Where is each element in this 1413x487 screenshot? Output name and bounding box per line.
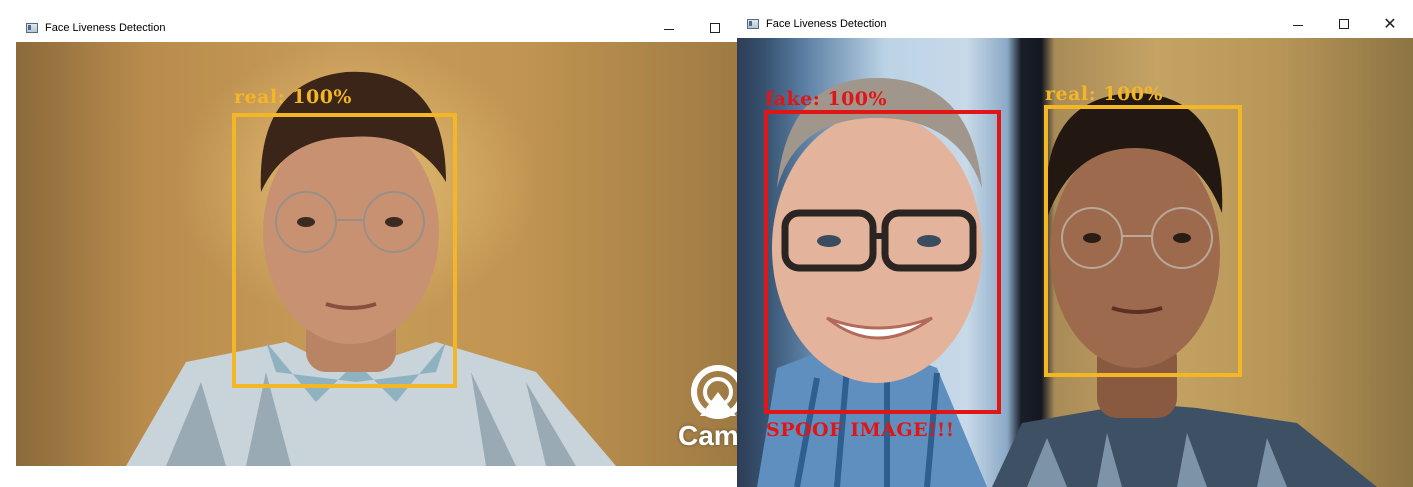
window-title: Face Liveness Detection — [45, 22, 166, 34]
right-detection-window: Face Liveness Detection ✕ fake: 100% SPO… — [737, 10, 1413, 487]
camera-view: fake: 100% SPOOF IMAGE!!! real: 100% — [737, 38, 1413, 487]
detection-label: fake: 100% — [765, 88, 888, 110]
detection-label: real: 100% — [234, 86, 352, 108]
app-icon — [26, 23, 38, 33]
spoof-warning: SPOOF IMAGE!!! — [766, 419, 955, 441]
title-bar[interactable]: Face Liveness Detection ✕ — [737, 10, 1413, 38]
close-icon: ✕ — [1383, 16, 1397, 33]
face-bounding-box — [1044, 105, 1242, 377]
minimize-button[interactable] — [646, 14, 692, 42]
face-bounding-box-spoof — [764, 110, 1001, 414]
maximize-icon — [710, 23, 720, 33]
minimize-icon — [1293, 24, 1303, 26]
camera-view: real: 100% Cam — [16, 42, 738, 466]
maximize-icon — [1339, 19, 1349, 29]
detection-label: real: 100% — [1045, 83, 1163, 105]
title-bar[interactable]: Face Liveness Detection — [16, 14, 738, 42]
face-bounding-box — [232, 113, 457, 388]
watermark-text: Cam — [678, 420, 738, 451]
maximize-button[interactable] — [692, 14, 738, 42]
left-detection-window: Face Liveness Detection real: 100% Cam — [16, 14, 738, 466]
minimize-icon — [664, 28, 674, 30]
window-title: Face Liveness Detection — [766, 18, 887, 30]
close-button[interactable]: ✕ — [1367, 10, 1413, 38]
app-icon — [747, 19, 759, 29]
maximize-button[interactable] — [1321, 10, 1367, 38]
minimize-button[interactable] — [1275, 10, 1321, 38]
camera-logo-icon — [691, 365, 738, 419]
